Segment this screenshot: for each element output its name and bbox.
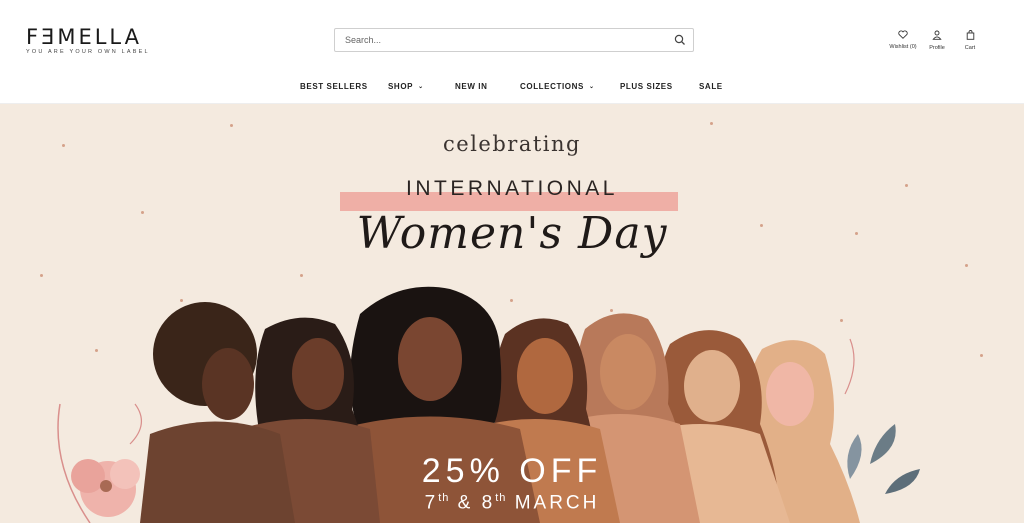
date-suffix-2: th — [495, 492, 507, 504]
nav-label: COLLECTIONS — [520, 82, 584, 91]
offer-dates: 7th & 8th MARCH — [0, 492, 1024, 514]
shopping-bag-icon — [966, 30, 975, 45]
chevron-down-icon: ⌄ — [418, 84, 424, 90]
nav-label: SALE — [699, 82, 723, 91]
nav-item-shop[interactable]: SHOP ⌄ — [388, 82, 424, 91]
date-suffix-1: th — [438, 492, 450, 504]
nav-item-collections[interactable]: COLLECTIONS ⌄ — [520, 82, 595, 91]
nav-label: NEW IN — [455, 82, 488, 91]
profile-link[interactable]: Profile — [922, 30, 952, 51]
brand-logo[interactable]: FƎMELLA YOU ARE YOUR OWN LABEL — [26, 26, 150, 55]
chevron-down-icon: ⌄ — [588, 84, 595, 90]
user-icon — [932, 30, 942, 45]
search-input[interactable] — [335, 29, 665, 51]
date-day-1: 7 — [424, 492, 439, 514]
site-header: FƎMELLA YOU ARE YOUR OWN LABEL Wishlist … — [0, 0, 1024, 104]
brand-tagline: YOU ARE YOUR OWN LABEL — [26, 49, 150, 55]
user-links: Wishlist (0) Profile Cart — [884, 30, 988, 51]
search-box — [334, 28, 694, 52]
search-icon[interactable] — [673, 33, 687, 47]
nav-item-best-sellers[interactable]: BEST SELLERS — [300, 82, 368, 91]
date-day-2: 8 — [481, 492, 496, 514]
main-nav: BEST SELLERS SHOP ⌄ NEW IN COLLECTIONS ⌄ P… — [0, 82, 1024, 100]
cart-label: Cart — [964, 45, 976, 51]
hero-banner[interactable]: celebrating INTERNATIONAL Women's Day 25… — [0, 104, 1024, 523]
nav-label: BEST SELLERS — [300, 82, 368, 91]
profile-label: Profile — [929, 45, 945, 51]
nav-label: PLUS SIZES — [620, 82, 673, 91]
heart-icon — [898, 30, 908, 44]
wishlist-link[interactable]: Wishlist (0) — [884, 30, 922, 51]
wishlist-label: Wishlist (0) — [889, 44, 917, 50]
offer-text: 25% OFF — [421, 452, 603, 490]
brand-name: FƎMELLA — [26, 25, 142, 49]
nav-label: SHOP — [388, 82, 414, 91]
nav-item-sale[interactable]: SALE — [699, 82, 723, 91]
nav-item-new-in[interactable]: NEW IN — [455, 82, 488, 91]
cart-link[interactable]: Cart — [952, 30, 988, 51]
nav-item-plus-sizes[interactable]: PLUS SIZES — [620, 82, 673, 91]
date-joiner: & — [449, 492, 482, 514]
date-month: MARCH — [514, 492, 600, 514]
